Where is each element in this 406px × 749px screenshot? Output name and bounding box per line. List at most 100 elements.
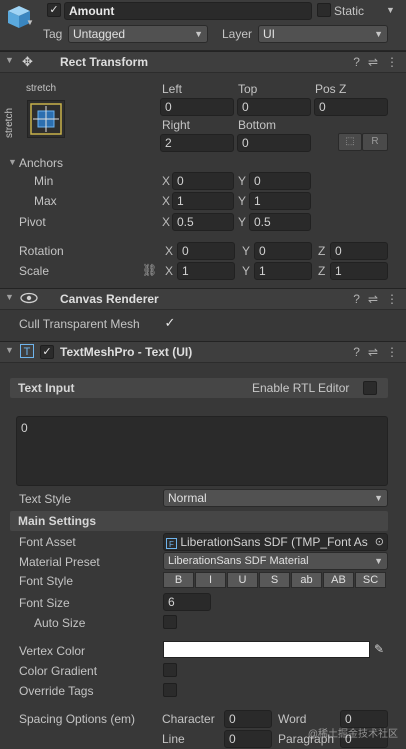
top-label: Top xyxy=(238,82,258,96)
scale-x-field[interactable]: 1 xyxy=(177,262,235,280)
help-icon[interactable]: ? xyxy=(353,55,360,69)
help-icon[interactable]: ? xyxy=(353,345,360,359)
font-style-uppercase-button[interactable]: AB xyxy=(323,572,354,588)
anchor-preset-button[interactable] xyxy=(27,100,65,138)
text-style-dropdown[interactable]: Normal ▼ xyxy=(163,489,388,507)
foldout-arrow-icon[interactable]: ▼ xyxy=(5,345,14,355)
foldout-arrow-icon[interactable]: ▼ xyxy=(5,55,14,65)
font-asset-field[interactable]: F LiberationSans SDF (TMP_Font As ⊙ xyxy=(163,533,388,551)
max-y-field[interactable]: 1 xyxy=(249,192,311,210)
word-label: Word xyxy=(278,712,307,726)
foldout-arrow-icon[interactable]: ▼ xyxy=(5,292,14,302)
static-checkbox[interactable] xyxy=(317,3,331,17)
rotation-x-field[interactable]: 0 xyxy=(177,242,235,260)
posz-label: Pos Z xyxy=(315,82,347,96)
min-x-field[interactable]: 0 xyxy=(172,172,234,190)
override-tags-checkbox[interactable] xyxy=(163,683,177,697)
anchors-foldout-icon[interactable]: ▼ xyxy=(8,157,17,167)
bottom-label: Bottom xyxy=(238,118,277,132)
text-input-area[interactable]: 0 xyxy=(16,416,388,486)
font-style-strikethrough-button[interactable]: S xyxy=(259,572,290,588)
rotation-y-field[interactable]: 0 xyxy=(254,242,312,260)
help-icon[interactable]: ? xyxy=(353,292,360,306)
link-icon[interactable]: ⛓ xyxy=(142,263,157,277)
raw-edit-button[interactable]: R xyxy=(362,133,388,151)
font-style-italic-button[interactable]: I xyxy=(195,572,226,588)
more-vertical-icon[interactable]: ⋮ xyxy=(386,345,398,359)
icon-dropdown-arrow-icon[interactable]: ▼ xyxy=(26,18,34,27)
scale-y-field[interactable]: 1 xyxy=(254,262,312,280)
auto-size-checkbox[interactable] xyxy=(163,615,177,629)
main-settings-section: Main Settings xyxy=(10,511,388,531)
presets-icon[interactable]: ⇌ xyxy=(368,292,378,306)
pivot-y-field[interactable]: 0.5 xyxy=(249,213,311,231)
textmeshpro-enabled-checkbox[interactable]: ✓ xyxy=(40,345,54,359)
layer-value: UI xyxy=(263,27,275,41)
font-style-bold-button[interactable]: B xyxy=(163,572,194,588)
material-preset-dropdown[interactable]: LiberationSans SDF Material ▼ xyxy=(163,552,388,570)
scale-z-label: Z xyxy=(318,264,326,278)
gameobject-name-field[interactable]: Amount xyxy=(64,2,312,20)
vertex-color-label: Vertex Color xyxy=(19,644,86,658)
rect-transform-title: Rect Transform xyxy=(60,55,149,69)
gameobject-header: ▼ ✓ Amount Static ▼ Tag Untagged ▼ Layer… xyxy=(0,0,406,51)
max-x-field[interactable]: 1 xyxy=(172,192,234,210)
rect-transform-header[interactable]: ▼ ✥ Rect Transform ? ⇌ ⋮ xyxy=(0,51,406,73)
pivot-x-field[interactable]: 0.5 xyxy=(172,213,234,231)
min-label: Min xyxy=(34,174,54,188)
chevron-down-icon: ▼ xyxy=(194,29,203,39)
eyedropper-icon[interactable]: ✎ xyxy=(374,642,384,656)
static-dropdown-arrow-icon[interactable]: ▼ xyxy=(386,5,395,15)
canvas-renderer-header[interactable]: ▼ Canvas Renderer ? ⇌ ⋮ xyxy=(0,288,406,310)
auto-size-label: Auto Size xyxy=(34,616,86,630)
override-tags-label: Override Tags xyxy=(19,684,94,698)
cull-transparent-mesh-checkbox[interactable]: ✓ xyxy=(163,316,177,330)
top-field[interactable]: 0 xyxy=(237,98,311,116)
object-picker-icon[interactable]: ⊙ xyxy=(372,534,384,550)
layer-dropdown[interactable]: UI ▼ xyxy=(258,25,388,43)
font-size-field[interactable]: 6 xyxy=(163,593,211,611)
main-settings-title: Main Settings xyxy=(18,514,97,528)
presets-icon[interactable]: ⇌ xyxy=(368,55,378,69)
chevron-down-icon: ▼ xyxy=(374,493,383,503)
bottom-field[interactable]: 0 xyxy=(237,134,311,152)
blueprint-mode-button[interactable]: ⬚ xyxy=(338,133,362,151)
font-style-lowercase-button[interactable]: ab xyxy=(291,572,322,588)
scale-z-field[interactable]: 1 xyxy=(330,262,388,280)
text-input-section: Text Input Enable RTL Editor xyxy=(10,378,388,398)
presets-icon[interactable]: ⇌ xyxy=(368,345,378,359)
font-style-underline-button[interactable]: U xyxy=(227,572,258,588)
posz-field[interactable]: 0 xyxy=(314,98,388,116)
anchor-preset-side-label: stretch xyxy=(4,107,15,138)
gameobject-active-checkbox[interactable]: ✓ xyxy=(47,3,61,17)
textmeshpro-header[interactable]: ▼ T ✓ TextMeshPro - Text (UI) ? ⇌ ⋮ xyxy=(0,341,406,363)
static-label: Static xyxy=(334,4,365,18)
vertex-color-swatch[interactable] xyxy=(163,641,370,658)
pivot-x-label: X xyxy=(162,215,171,229)
rot-y-label: Y xyxy=(242,244,251,258)
rtl-editor-label: Enable RTL Editor xyxy=(252,381,350,395)
material-preset-value: LiberationSans SDF Material xyxy=(168,555,309,567)
max-x-label: X xyxy=(162,194,171,208)
line-field[interactable]: 0 xyxy=(224,730,272,748)
anchors-label: Anchors xyxy=(19,156,64,170)
more-vertical-icon[interactable]: ⋮ xyxy=(386,55,398,69)
color-gradient-checkbox[interactable] xyxy=(163,663,177,677)
font-asset-label: Font Asset xyxy=(19,535,76,549)
right-field[interactable]: 2 xyxy=(160,134,234,152)
min-y-field[interactable]: 0 xyxy=(249,172,311,190)
tag-dropdown[interactable]: Untagged ▼ xyxy=(68,25,208,43)
scale-label: Scale xyxy=(19,264,50,278)
more-vertical-icon[interactable]: ⋮ xyxy=(386,292,398,306)
pivot-y-label: Y xyxy=(238,215,247,229)
character-field[interactable]: 0 xyxy=(224,710,272,728)
right-label: Right xyxy=(162,118,191,132)
font-style-smallcaps-button[interactable]: SC xyxy=(355,572,386,588)
scale-x-label: X xyxy=(165,264,174,278)
max-label: Max xyxy=(34,194,57,208)
spacing-options-label: Spacing Options (em) xyxy=(19,712,136,726)
font-style-label: Font Style xyxy=(19,574,74,588)
left-field[interactable]: 0 xyxy=(160,98,234,116)
rotation-z-field[interactable]: 0 xyxy=(330,242,388,260)
rtl-editor-checkbox[interactable] xyxy=(363,381,377,395)
